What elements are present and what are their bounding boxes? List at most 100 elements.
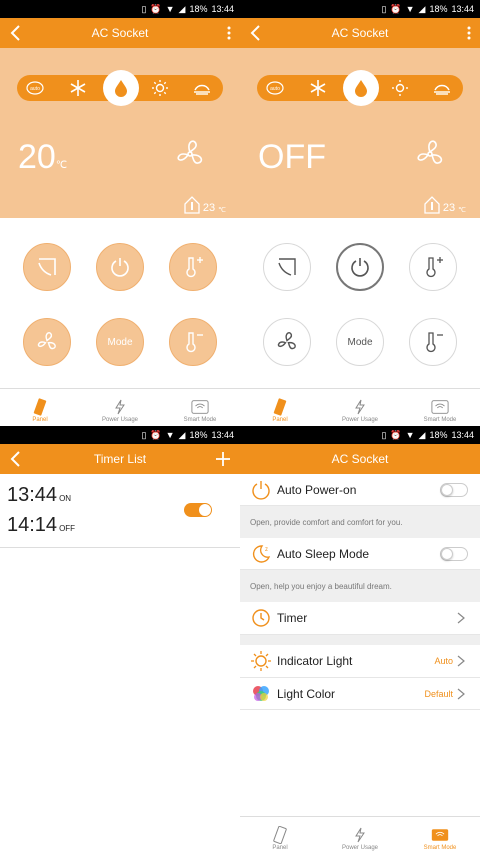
add-icon[interactable] (214, 450, 232, 468)
bottom-nav: Panel Power Usage Smart Mode (0, 388, 240, 426)
section-gap (240, 635, 480, 645)
nav-panel[interactable]: Panel (240, 817, 320, 854)
battery-level: 18% (189, 430, 208, 440)
set-temperature: 20℃ (18, 138, 67, 177)
off-time: 14:14 (7, 514, 58, 536)
dry-icon[interactable] (429, 75, 455, 101)
drop-icon[interactable] (103, 70, 139, 106)
timer-row[interactable]: 13:44 ON 14:14 OFF (0, 474, 240, 548)
vibrate-icon: ▯ (381, 3, 387, 14)
power-icon (351, 258, 369, 277)
drop-icon[interactable] (343, 70, 379, 106)
nav-smart-mode[interactable]: Smart Mode (160, 389, 240, 426)
nav-smart-mode[interactable]: Smart Mode (400, 389, 480, 426)
auto-sleep-row: z Auto Sleep Mode (240, 538, 480, 570)
toggle-knob (199, 504, 211, 516)
signal-icon: ◢ (418, 3, 426, 14)
auto-power-on-toggle[interactable] (440, 483, 468, 497)
bottom-nav: Panel Power Usage Smart Mode (240, 816, 480, 854)
auto-sleep-label: Auto Sleep Mode (277, 546, 370, 561)
status-bar: ▯ ⏰ ▼ ◢ 18% 13:44 (0, 426, 240, 444)
light-color-row[interactable]: Light Color Default (240, 678, 480, 710)
room-temp-value: 23 (442, 202, 456, 214)
fan-speed-button[interactable] (263, 318, 311, 366)
thermometer-plus-icon (426, 257, 443, 278)
nav-power-label: Power Usage (341, 845, 379, 851)
bottom-nav: Panel Power Usage Smart Mode (240, 388, 480, 426)
battery-level: 18% (189, 4, 208, 14)
battery-level: 18% (429, 4, 448, 14)
temp-unit: ℃ (55, 160, 68, 171)
status-time: 13:44 (451, 4, 474, 14)
temp-down-button[interactable] (169, 318, 217, 366)
off-label: OFF (258, 138, 326, 176)
fan-speed-button[interactable] (23, 318, 71, 366)
wifi-icon: ▼ (165, 3, 175, 14)
vibrate-icon: ▯ (381, 429, 387, 440)
nav-power-usage[interactable]: Power Usage (80, 389, 160, 426)
lightning-icon (111, 398, 129, 416)
color-wheel-icon (250, 683, 272, 705)
room-temp-value: 23 (202, 202, 216, 214)
mode-selector: auto (257, 70, 463, 106)
indicator-light-row[interactable]: Indicator Light Auto (240, 645, 480, 678)
chevron-right-icon (457, 612, 465, 624)
auto-power-on-row: Auto Power-on (240, 474, 480, 506)
temp-up-button[interactable] (409, 243, 457, 291)
timer-toggle[interactable] (184, 503, 212, 517)
smart-wifi-icon (191, 398, 209, 416)
wifi-icon: ▼ (405, 3, 415, 14)
more-icon[interactable] (466, 25, 472, 41)
snowflake-icon[interactable] (65, 75, 91, 101)
power-button[interactable] (336, 243, 384, 291)
nav-smart-mode[interactable]: Smart Mode (400, 817, 480, 854)
nav-panel-label: Panel (272, 417, 288, 423)
fan-icon (417, 140, 443, 164)
remote-icon (31, 398, 49, 416)
snowflake-icon[interactable] (305, 75, 331, 101)
nav-panel[interactable]: Panel (0, 389, 80, 426)
light-color-label: Light Color (277, 686, 336, 701)
indicator-light-value: Auto (434, 656, 453, 666)
status-time: 13:44 (451, 430, 474, 440)
power-icon (250, 479, 272, 501)
swing-button[interactable] (263, 243, 311, 291)
temp-up-button[interactable] (169, 243, 217, 291)
svg-text:z: z (265, 547, 268, 553)
more-icon[interactable] (226, 25, 232, 41)
top-bar: Timer List (0, 444, 240, 474)
swing-icon (278, 258, 296, 276)
svg-text:auto: auto (270, 86, 280, 92)
sun-icon (250, 650, 272, 672)
lightning-icon (351, 398, 369, 416)
chevron-right-icon (457, 688, 465, 699)
nav-panel[interactable]: Panel (240, 389, 320, 426)
sun-icon[interactable] (387, 75, 413, 101)
nav-panel-label: Panel (272, 845, 288, 851)
home-thermometer-icon (184, 196, 200, 214)
status-hero: auto OFF 23 ℃ (240, 48, 480, 218)
auto-sleep-toggle[interactable] (440, 547, 468, 561)
power-button[interactable] (96, 243, 144, 291)
timer-row[interactable]: Timer (240, 602, 480, 635)
status-time: 13:44 (211, 4, 234, 14)
control-grid: Mode (240, 218, 480, 388)
nav-power-usage[interactable]: Power Usage (320, 389, 400, 426)
nav-power-usage[interactable]: Power Usage (320, 817, 400, 854)
mode-label: Mode (107, 336, 133, 348)
mode-button[interactable]: Mode (96, 318, 144, 366)
temp-down-button[interactable] (409, 318, 457, 366)
control-grid: Mode (0, 218, 240, 388)
clock-icon (250, 607, 272, 629)
nav-power-label: Power Usage (341, 417, 379, 423)
on-time: 13:44 (7, 484, 58, 506)
wifi-icon: ▼ (165, 429, 175, 440)
swing-icon (38, 258, 56, 276)
sun-icon[interactable] (147, 75, 173, 101)
mode-button[interactable]: Mode (336, 318, 384, 366)
auto-mode-icon[interactable]: auto (22, 75, 48, 101)
vibrate-icon: ▯ (141, 3, 147, 14)
swing-button[interactable] (23, 243, 71, 291)
dry-icon[interactable] (189, 75, 215, 101)
auto-mode-icon[interactable]: auto (262, 75, 288, 101)
